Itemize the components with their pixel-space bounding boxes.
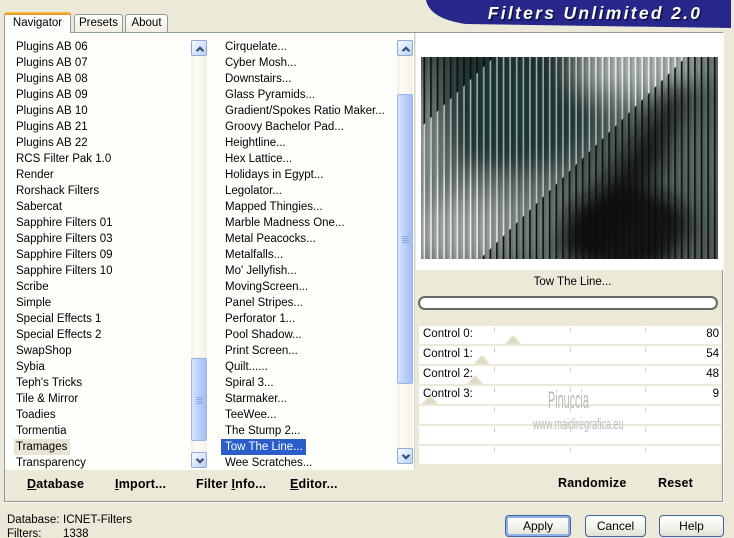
svg-text:Filters Unlimited 2.0: Filters Unlimited 2.0: [488, 3, 703, 23]
